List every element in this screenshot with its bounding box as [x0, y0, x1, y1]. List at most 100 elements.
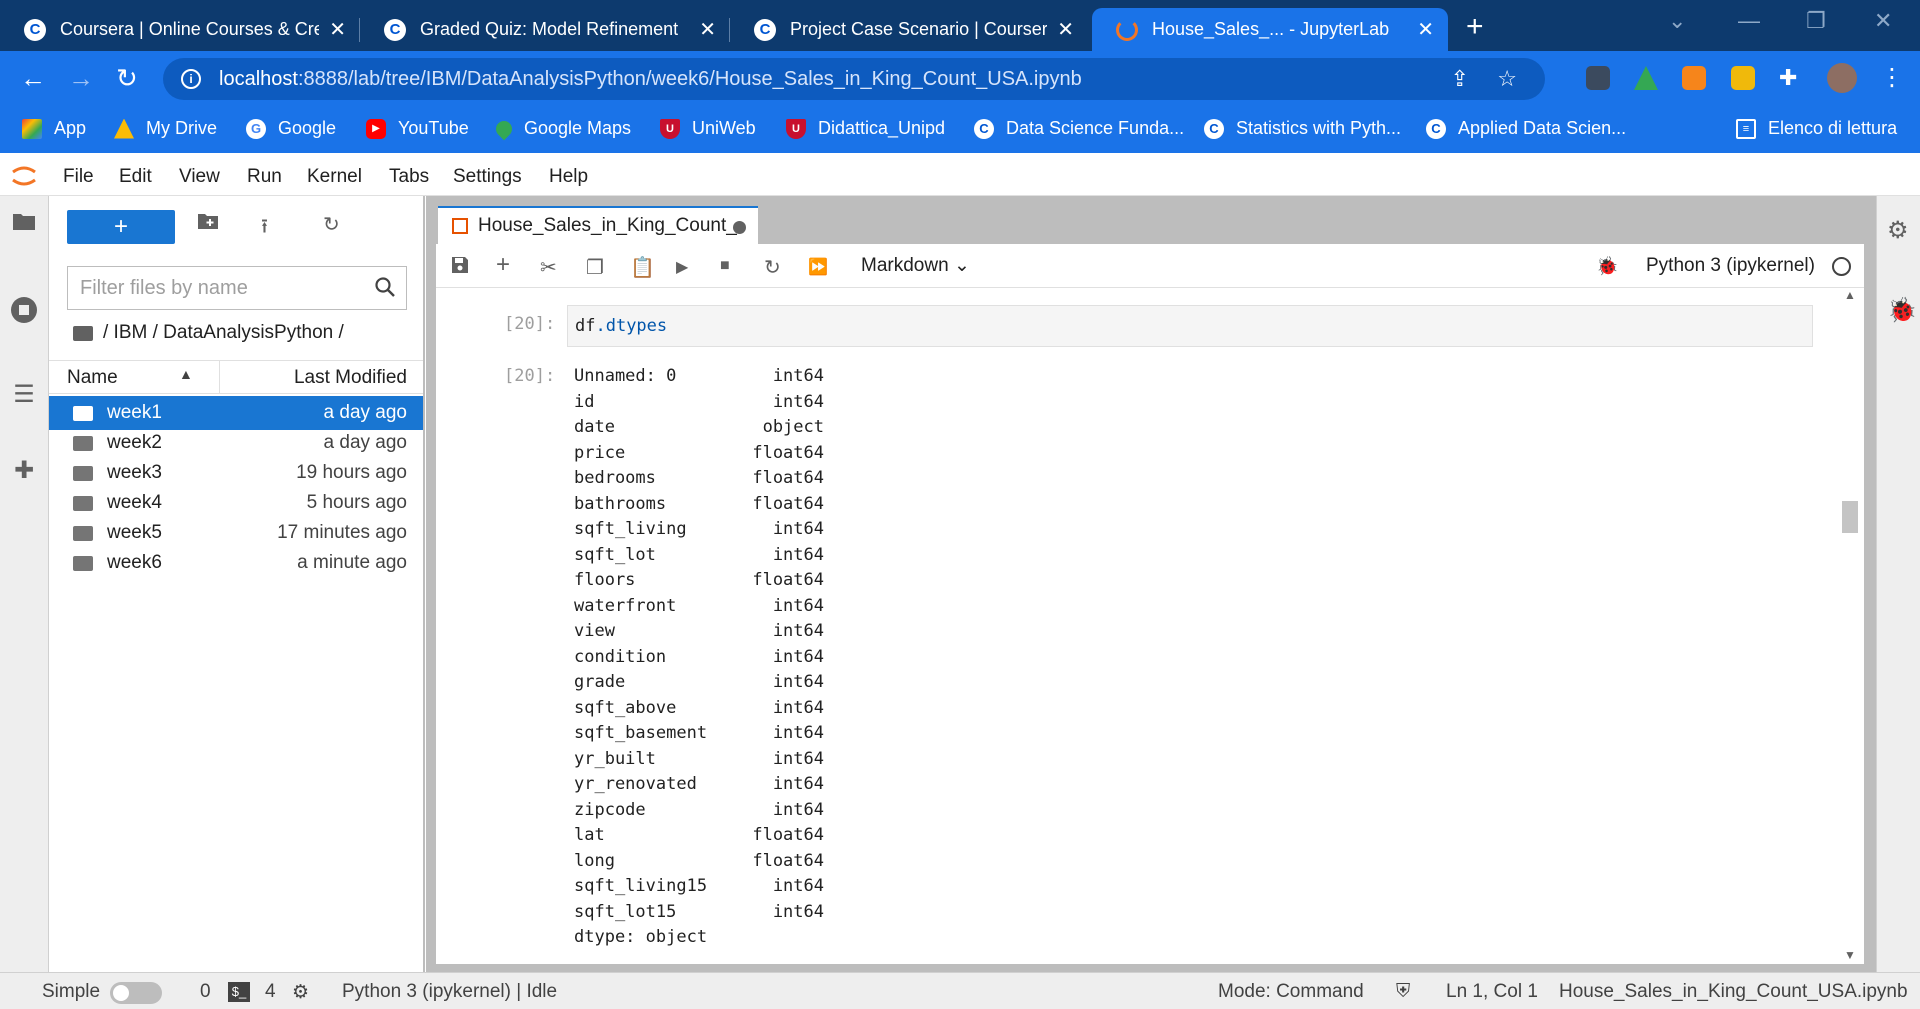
notebook-tab[interactable]: House_Sales_in_King_Count_ — [438, 206, 758, 244]
bookmark-youtube[interactable]: ▶ YouTube — [366, 118, 469, 139]
bookmark-label: Statistics with Pyth... — [1236, 118, 1402, 138]
forward-arrow-icon[interactable]: → — [68, 63, 94, 94]
browser-tab-project-case[interactable]: C Project Case Scenario | Coursera ✕ — [730, 8, 1088, 51]
table-of-contents-icon[interactable]: ☰ — [10, 380, 38, 408]
run-icon[interactable]: ▶ — [676, 257, 688, 277]
browser-tab-jupyterlab[interactable]: House_Sales_... - JupyterLab ✕ — [1092, 8, 1448, 51]
menu-settings[interactable]: Settings — [453, 166, 522, 188]
restore-icon[interactable]: ❐ — [1806, 8, 1826, 34]
bookmark-didattica[interactable]: U Didattica_Unipd — [786, 118, 945, 139]
bookmark-data-science[interactable]: C Data Science Funda... — [974, 118, 1184, 139]
file-row-week6[interactable]: week6 a minute ago — [49, 546, 423, 580]
code-cell-input[interactable]: df.dtypes — [567, 305, 1813, 347]
new-tab-button[interactable]: + — [1466, 10, 1484, 44]
kernel-name[interactable]: Python 3 (ipykernel) — [1646, 255, 1815, 277]
browser-tab-coursera[interactable]: C Coursera | Online Courses & Crea ✕ — [0, 8, 360, 51]
file-row-week4[interactable]: week4 5 hours ago — [49, 486, 423, 520]
jupyter-icon — [1116, 18, 1138, 41]
close-icon[interactable]: ✕ — [1417, 17, 1434, 42]
output-dtype: int64 — [772, 774, 824, 794]
fast-forward-icon[interactable]: ⏩ — [808, 257, 828, 277]
file-row-week3[interactable]: week3 19 hours ago — [49, 456, 423, 490]
back-arrow-icon[interactable]: ← — [20, 63, 46, 94]
new-folder-icon[interactable] — [197, 212, 219, 236]
scroll-thumb[interactable] — [1842, 501, 1858, 533]
output-column-name: sqft_lot15 — [574, 901, 677, 922]
avatar[interactable] — [1827, 63, 1857, 93]
scroll-up-arrow-icon[interactable]: ▲ — [1844, 288, 1856, 302]
running-sessions-icon[interactable] — [10, 296, 38, 324]
close-icon[interactable]: ✕ — [329, 17, 346, 42]
trust-shield-icon[interactable]: ⛨ — [1396, 981, 1410, 1003]
puzzle-icon[interactable]: ✚ — [1779, 65, 1797, 91]
menu-file[interactable]: File — [63, 166, 94, 188]
extension-icon[interactable] — [1586, 66, 1610, 90]
new-launcher-button[interactable]: + — [67, 210, 175, 244]
share-icon[interactable]: ⇪ — [1451, 66, 1469, 92]
cursor-position[interactable]: Ln 1, Col 1 — [1446, 981, 1538, 1003]
restart-icon[interactable]: ↻ — [764, 255, 781, 280]
output-line: waterfront int64 — [574, 596, 824, 622]
close-icon[interactable]: ✕ — [1057, 17, 1074, 42]
bookmark-statistics[interactable]: C Statistics with Pyth... — [1204, 118, 1401, 139]
kernels-count[interactable]: 4 — [265, 981, 276, 1003]
folder-icon[interactable] — [10, 210, 38, 238]
kernel-status[interactable]: Python 3 (ipykernel) | Idle — [342, 981, 557, 1003]
binance-icon[interactable] — [1731, 66, 1755, 90]
output-dtype: int64 — [772, 672, 824, 692]
property-inspector-gears-icon[interactable]: ⚙ — [1887, 216, 1909, 245]
menu-help[interactable]: Help — [549, 166, 588, 188]
menu-kernel[interactable]: Kernel — [307, 166, 362, 188]
file-row-week1[interactable]: week1 a day ago — [49, 396, 423, 430]
minimize-icon[interactable]: — — [1738, 8, 1760, 34]
reading-list-button[interactable]: ≡ Elenco di lettura — [1736, 118, 1897, 139]
insert-cell-icon[interactable]: + — [496, 251, 510, 279]
stop-icon[interactable]: ■ — [720, 257, 730, 275]
cut-icon[interactable]: ✂ — [540, 255, 557, 280]
terminal-icon[interactable]: $_ — [228, 982, 250, 1002]
kernel-gear-icon[interactable]: ⚙ — [292, 981, 309, 1004]
url-input[interactable]: i localhost:8888/lab/tree/IBM/DataAnalys… — [163, 58, 1545, 100]
file-row-week2[interactable]: week2 a day ago — [49, 426, 423, 460]
metamask-icon[interactable] — [1682, 66, 1706, 90]
save-icon[interactable] — [450, 255, 470, 281]
breadcrumb[interactable]: / IBM / DataAnalysisPython / — [73, 322, 344, 344]
browser-tab-graded-quiz[interactable]: C Graded Quiz: Model Refinement ✕ — [360, 8, 730, 51]
debugger-bug-icon[interactable]: 🐞 — [1596, 256, 1618, 277]
simple-mode-toggle[interactable] — [110, 982, 162, 1004]
chevron-down-icon[interactable]: ⌄ — [1668, 8, 1686, 34]
copy-icon[interactable]: ❐ — [586, 255, 604, 280]
extension-puzzle-icon[interactable]: ✚ — [10, 456, 38, 484]
close-icon[interactable]: ✕ — [699, 17, 716, 42]
bookmark-my-drive[interactable]: My Drive — [114, 118, 217, 139]
star-icon[interactable]: ☆ — [1497, 66, 1517, 92]
file-row-week5[interactable]: week5 17 minutes ago — [49, 516, 423, 550]
paste-icon[interactable]: 📋 — [630, 255, 655, 280]
bookmark-google[interactable]: G Google — [246, 118, 336, 139]
column-divider[interactable] — [219, 361, 220, 393]
menu-run[interactable]: Run — [247, 166, 282, 188]
filter-files-input[interactable]: Filter files by name — [67, 266, 407, 310]
menu-tabs[interactable]: Tabs — [389, 166, 429, 188]
terminals-count[interactable]: 0 — [200, 981, 211, 1003]
notebook-scrollbar[interactable]: ▲ ▼ — [1838, 288, 1862, 964]
unsaved-dot-icon[interactable] — [733, 221, 746, 234]
bookmark-google-maps[interactable]: Google Maps — [492, 117, 631, 140]
drive-extension-icon[interactable] — [1634, 66, 1658, 90]
info-icon[interactable]: i — [181, 69, 201, 89]
scroll-down-arrow-icon[interactable]: ▼ — [1844, 948, 1856, 962]
bookmark-applied-data[interactable]: C Applied Data Scien... — [1426, 118, 1626, 139]
more-vert-icon[interactable]: ⋮ — [1880, 63, 1904, 92]
menu-view[interactable]: View — [179, 166, 220, 188]
cell-type-select[interactable]: Markdown ⌄ — [861, 254, 970, 277]
menu-edit[interactable]: Edit — [119, 166, 152, 188]
column-name[interactable]: Name — [67, 367, 118, 389]
bookmark-app[interactable]: App — [22, 118, 86, 139]
upload-icon[interactable]: ⭱ — [261, 212, 268, 246]
bookmark-uniweb[interactable]: U UniWeb — [660, 118, 756, 139]
close-window-icon[interactable]: ✕ — [1874, 8, 1892, 34]
debugger-bug-icon[interactable]: 🐞 — [1887, 296, 1917, 325]
refresh-icon[interactable]: ↻ — [323, 212, 340, 237]
column-last-modified[interactable]: Last Modified — [294, 367, 407, 389]
reload-icon[interactable]: ↻ — [116, 63, 138, 94]
